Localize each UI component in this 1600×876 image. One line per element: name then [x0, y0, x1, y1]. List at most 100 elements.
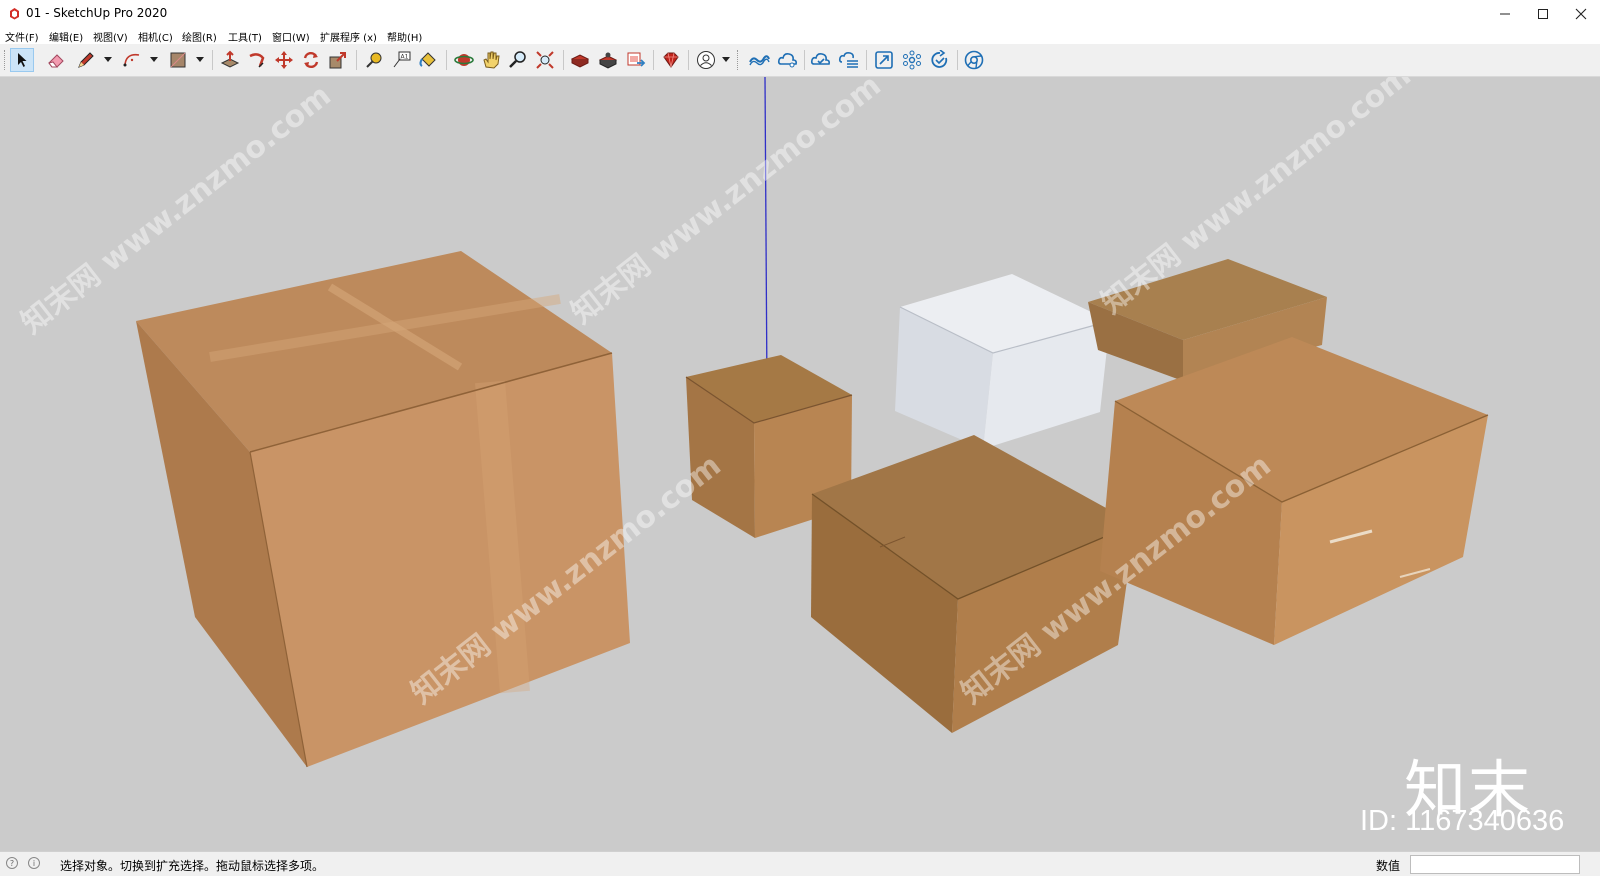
- cloud-check-icon: [810, 53, 830, 65]
- extents-button[interactable]: [872, 48, 896, 72]
- menu-extensions[interactable]: 扩展程序 (x): [320, 29, 377, 44]
- toolbar-separator: [356, 50, 357, 70]
- cloud-list-icon: [838, 52, 858, 68]
- text-tool-button[interactable]: A1: [389, 48, 413, 72]
- minimize-button[interactable]: [1486, 0, 1524, 28]
- status-hint: 选择对象。切换到扩充选择。拖动鼠标选择多项。: [60, 859, 325, 873]
- paint-bucket-icon: [419, 52, 436, 67]
- cloud-list-button[interactable]: [837, 48, 861, 72]
- info-icon[interactable]: i: [28, 857, 40, 869]
- toolbar-grip[interactable]: [4, 50, 8, 70]
- extension-warehouse-button[interactable]: [596, 48, 620, 72]
- arrow-cursor-icon: [18, 53, 27, 67]
- zoom-tool-button[interactable]: [506, 48, 530, 72]
- window-title: 01 - SketchUp Pro 2020: [26, 6, 168, 20]
- arc-tool-dropdown[interactable]: [150, 57, 158, 62]
- large-cardboard-box[interactable]: [136, 251, 630, 768]
- arc-icon: [123, 53, 140, 67]
- zoom-extents-icon: [536, 51, 554, 69]
- ruby-console-button[interactable]: [659, 48, 683, 72]
- close-button[interactable]: [1562, 0, 1600, 28]
- pencil-icon: [78, 52, 94, 68]
- menu-edit[interactable]: 编辑(E): [49, 29, 83, 44]
- menu-help[interactable]: 帮助(H): [387, 29, 422, 44]
- white-box[interactable]: [895, 274, 1111, 449]
- rotate-tool-button[interactable]: [299, 48, 323, 72]
- push-pull-tool-button[interactable]: [218, 48, 242, 72]
- user-account-icon: [697, 51, 715, 69]
- cloud-sync-button[interactable]: [809, 48, 833, 72]
- select-tool-button[interactable]: [10, 48, 34, 72]
- trimble-connect-button[interactable]: [747, 48, 771, 72]
- measurements-input[interactable]: [1410, 855, 1580, 874]
- orbit-icon: [454, 54, 474, 66]
- menu-tools[interactable]: 工具(T): [228, 29, 262, 44]
- hand-icon: [483, 51, 500, 69]
- cloud-share-button[interactable]: [776, 48, 800, 72]
- scale-tool-button[interactable]: [326, 48, 350, 72]
- toolbar-separator: [804, 50, 805, 70]
- network-button[interactable]: [900, 48, 924, 72]
- move-tool-button[interactable]: [272, 48, 296, 72]
- magnifier-icon: [509, 51, 526, 68]
- eraser-tool-button[interactable]: [44, 48, 68, 72]
- menu-window[interactable]: 窗口(W): [272, 29, 310, 44]
- network-icon: [903, 50, 921, 70]
- arc-tool-button[interactable]: [120, 48, 144, 72]
- menu-draw[interactable]: 绘图(R): [182, 29, 217, 44]
- refresh-check-button[interactable]: [928, 48, 952, 72]
- toolbar-separator: [563, 50, 564, 70]
- maximize-button[interactable]: [1524, 0, 1562, 28]
- title-bar: 01 - SketchUp Pro 2020: [0, 0, 1600, 28]
- geo-location-icon[interactable]: ?: [6, 857, 18, 869]
- follow-me-icon: [249, 53, 265, 68]
- cloud-share-icon: [777, 53, 797, 68]
- layout-send-icon: [627, 52, 646, 67]
- rectangle-tool-button[interactable]: [166, 48, 190, 72]
- send-to-layout-button[interactable]: [624, 48, 648, 72]
- menu-view[interactable]: 视图(V): [93, 29, 128, 44]
- orbit-tool-button[interactable]: [452, 48, 476, 72]
- move-icon: [275, 51, 293, 69]
- menu-file[interactable]: 文件(F): [5, 29, 39, 44]
- refresh-check-icon: [931, 50, 948, 68]
- toolbar-separator: [957, 50, 958, 70]
- follow-me-tool-button[interactable]: [245, 48, 269, 72]
- zoom-extents-tool-button[interactable]: [533, 48, 557, 72]
- account-button[interactable]: [694, 48, 718, 72]
- sketchup-logo-icon: [10, 8, 19, 20]
- watermark-id: ID: 1167340636: [1360, 805, 1565, 837]
- push-pull-icon: [220, 50, 240, 68]
- measurements-label: 数值: [1376, 859, 1401, 873]
- eraser-icon: [48, 54, 64, 68]
- rotate-icon: [303, 51, 319, 69]
- maximize-icon: [1538, 9, 1548, 19]
- model-viewport[interactable]: 知末网 www.znzmo.com 知末网 www.znzmo.com 知末网 …: [0, 77, 1600, 851]
- tape-measure-icon: [366, 52, 382, 68]
- extension-warehouse-icon: [598, 52, 618, 69]
- chrome-button[interactable]: [962, 48, 986, 72]
- toolbar-separator: [212, 50, 213, 70]
- menu-camera[interactable]: 相机(C): [138, 29, 173, 44]
- paint-bucket-tool-button[interactable]: [416, 48, 440, 72]
- line-tool-dropdown[interactable]: [104, 57, 112, 62]
- toolbar-separator: [653, 50, 654, 70]
- model-scene: [136, 77, 1489, 768]
- account-dropdown[interactable]: [722, 57, 730, 62]
- minimize-icon: [1500, 13, 1510, 15]
- expand-icon: [875, 51, 893, 69]
- svg-text:A1: A1: [401, 54, 409, 61]
- rectangle-tool-dropdown[interactable]: [196, 57, 204, 62]
- ruby-gem-icon: [663, 52, 679, 68]
- toolbar-grip[interactable]: [737, 50, 741, 70]
- close-icon: [1575, 8, 1587, 20]
- toolbar: A1: [0, 44, 1600, 77]
- status-bar: ? i 选择对象。切换到扩充选择。拖动鼠标选择多项。 数值: [0, 851, 1600, 876]
- warehouse-icon: [570, 54, 590, 68]
- tape-measure-tool-button[interactable]: [362, 48, 386, 72]
- long-cardboard-box[interactable]: [1100, 337, 1489, 645]
- line-tool-button[interactable]: [74, 48, 98, 72]
- text-label-icon: A1: [393, 51, 411, 68]
- pan-tool-button[interactable]: [479, 48, 503, 72]
- 3d-warehouse-button[interactable]: [568, 48, 592, 72]
